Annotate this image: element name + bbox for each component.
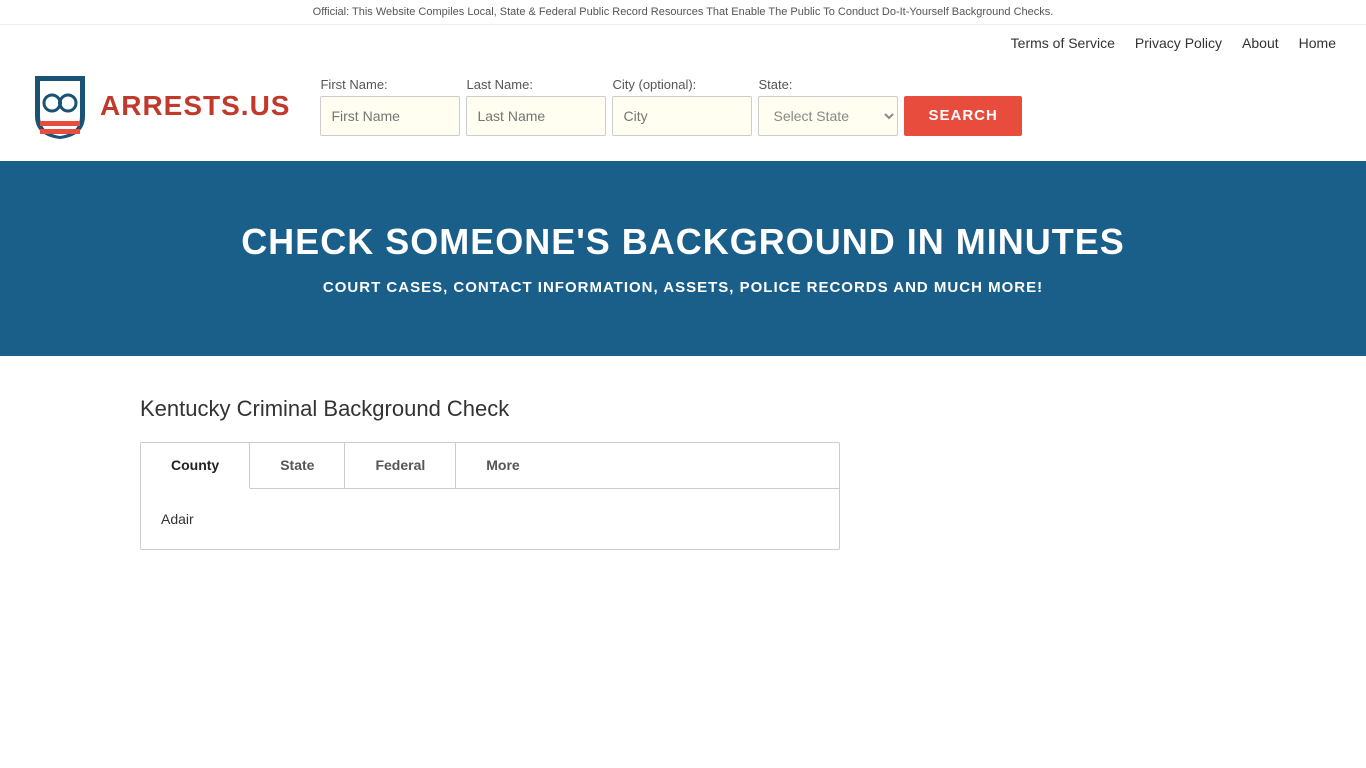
logo-text: ARRESTS.US: [100, 90, 290, 122]
search-button[interactable]: SEARCH: [904, 96, 1021, 136]
last-name-input[interactable]: [466, 96, 606, 136]
last-name-label: Last Name:: [466, 77, 606, 92]
first-name-label: First Name:: [320, 77, 460, 92]
tabs-container: County State Federal More Adair: [140, 442, 840, 550]
tab-state[interactable]: State: [250, 443, 345, 488]
hero-subheading: COURT CASES, CONTACT INFORMATION, ASSETS…: [30, 279, 1336, 296]
state-select[interactable]: Select State Alabama Alaska Arizona Arka…: [758, 96, 898, 136]
top-banner: Official: This Website Compiles Local, S…: [0, 0, 1366, 25]
hero-banner: CHECK SOMEONE'S BACKGROUND IN MINUTES CO…: [0, 161, 1366, 356]
tab-federal[interactable]: Federal: [345, 443, 456, 488]
state-field: State: Select State Alabama Alaska Arizo…: [758, 77, 898, 136]
first-name-input[interactable]: [320, 96, 460, 136]
search-form: First Name: Last Name: City (optional): …: [320, 77, 1336, 136]
hero-heading: CHECK SOMEONE'S BACKGROUND IN MINUTES: [30, 221, 1336, 263]
city-label: City (optional):: [612, 77, 752, 92]
nav-home[interactable]: Home: [1299, 35, 1336, 51]
last-name-field: Last Name:: [466, 77, 606, 136]
tab-content-county: Adair: [141, 489, 839, 549]
logo-arrests: ARRESTS: [100, 90, 241, 121]
nav-terms[interactable]: Terms of Service: [1011, 35, 1115, 51]
top-banner-text: Official: This Website Compiles Local, S…: [313, 6, 1054, 18]
nav-privacy[interactable]: Privacy Policy: [1135, 35, 1222, 51]
logo-icon: [30, 71, 90, 141]
city-field: City (optional):: [612, 77, 752, 136]
list-item[interactable]: Adair: [161, 505, 819, 533]
state-label: State:: [758, 77, 898, 92]
tab-county[interactable]: County: [141, 443, 250, 489]
nav-bar: Terms of Service Privacy Policy About Ho…: [0, 25, 1366, 61]
logo-area: ARRESTS.US: [30, 71, 290, 141]
first-name-field: First Name:: [320, 77, 460, 136]
logo-us: .US: [241, 90, 291, 121]
header: ARRESTS.US First Name: Last Name: City (…: [0, 61, 1366, 161]
tab-more[interactable]: More: [456, 443, 549, 488]
tabs-header: County State Federal More: [141, 443, 839, 489]
section-title: Kentucky Criminal Background Check: [140, 396, 1226, 422]
city-input[interactable]: [612, 96, 752, 136]
main-content: Kentucky Criminal Background Check Count…: [0, 356, 1366, 590]
nav-about[interactable]: About: [1242, 35, 1279, 51]
